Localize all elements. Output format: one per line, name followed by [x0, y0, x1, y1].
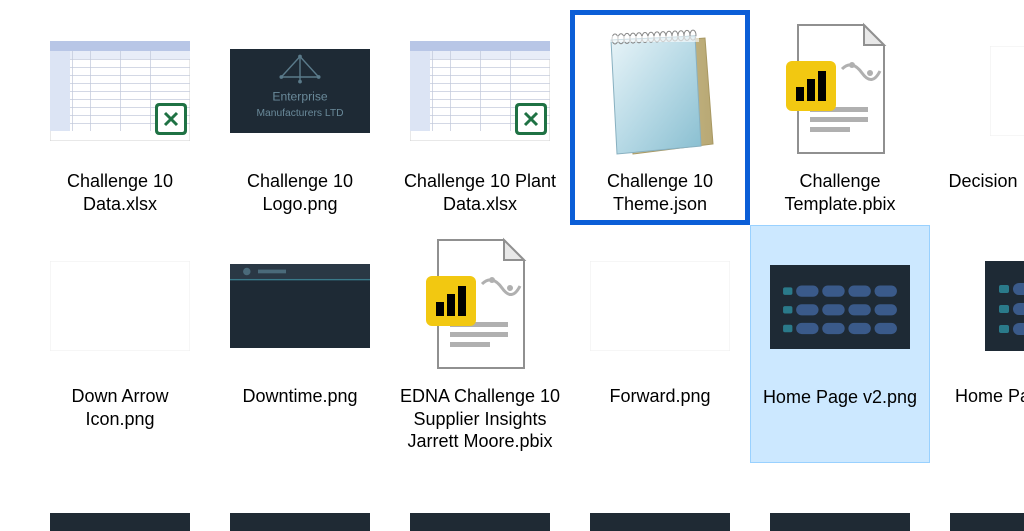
file-label: Decision Icon.png — [948, 170, 1024, 193]
partial-thumb[interactable] — [590, 513, 730, 531]
file-thumbnail-icon — [230, 231, 370, 381]
file-label: Challenge Template.pbix — [755, 170, 925, 215]
file-label: Challenge 10 Theme.json — [576, 170, 744, 215]
file-item[interactable]: Challenge Template.pbix — [750, 10, 930, 225]
file-thumbnail-icon — [410, 231, 550, 381]
svg-text:Manufacturers LTD: Manufacturers LTD — [257, 108, 344, 119]
file-thumbnail-icon — [50, 16, 190, 166]
file-item[interactable]: Home Page v2.png — [750, 225, 930, 463]
file-thumbnail-icon — [590, 231, 730, 381]
file-label: Challenge 10 Data.xlsx — [35, 170, 205, 215]
file-thumbnail-icon — [590, 16, 730, 166]
file-thumbnail-icon: Enterprise Manufacturers LTD — [230, 16, 370, 166]
partial-thumb[interactable] — [230, 513, 370, 531]
file-thumbnail-icon — [770, 232, 910, 382]
file-label: Home Page.png — [955, 385, 1024, 408]
file-thumbnail-icon — [770, 16, 910, 166]
partial-row — [0, 513, 1024, 531]
file-item[interactable]: Decision Icon.png — [930, 10, 1024, 225]
file-thumbnail-icon — [50, 231, 190, 381]
file-item[interactable]: Enterprise Manufacturers LTD Challenge 1… — [210, 10, 390, 225]
file-item[interactable]: Forward.png — [570, 225, 750, 463]
file-label: Downtime.png — [242, 385, 357, 408]
file-grid: Challenge 10 Data.xlsx Enterprise Manufa… — [0, 0, 1024, 463]
file-label: Down Arrow Icon.png — [35, 385, 205, 430]
file-item[interactable]: EDNA Challenge 10 Supplier Insights Jarr… — [390, 225, 570, 463]
file-label: Challenge 10 Plant Data.xlsx — [395, 170, 565, 215]
file-label: Forward.png — [609, 385, 710, 408]
file-label: Challenge 10 Logo.png — [215, 170, 385, 215]
file-item[interactable]: Challenge 10 Data.xlsx — [30, 10, 210, 225]
partial-thumb[interactable] — [410, 513, 550, 531]
partial-thumb[interactable] — [950, 513, 1024, 531]
file-thumbnail-icon — [410, 16, 550, 166]
file-item[interactable]: Challenge 10 Plant Data.xlsx — [390, 10, 570, 225]
file-label: Home Page v2.png — [763, 386, 917, 409]
partial-thumb[interactable] — [770, 513, 910, 531]
file-thumbnail-icon — [950, 16, 1024, 166]
file-item[interactable]: Home Page.png — [930, 225, 1024, 463]
file-item[interactable]: Downtime.png — [210, 225, 390, 463]
file-thumbnail-icon — [950, 231, 1024, 381]
file-item[interactable]: Down Arrow Icon.png — [30, 225, 210, 463]
svg-text:Enterprise: Enterprise — [272, 89, 328, 103]
file-label: EDNA Challenge 10 Supplier Insights Jarr… — [395, 385, 565, 453]
partial-thumb[interactable] — [50, 513, 190, 531]
file-item[interactable]: Challenge 10 Theme.json — [570, 10, 750, 225]
